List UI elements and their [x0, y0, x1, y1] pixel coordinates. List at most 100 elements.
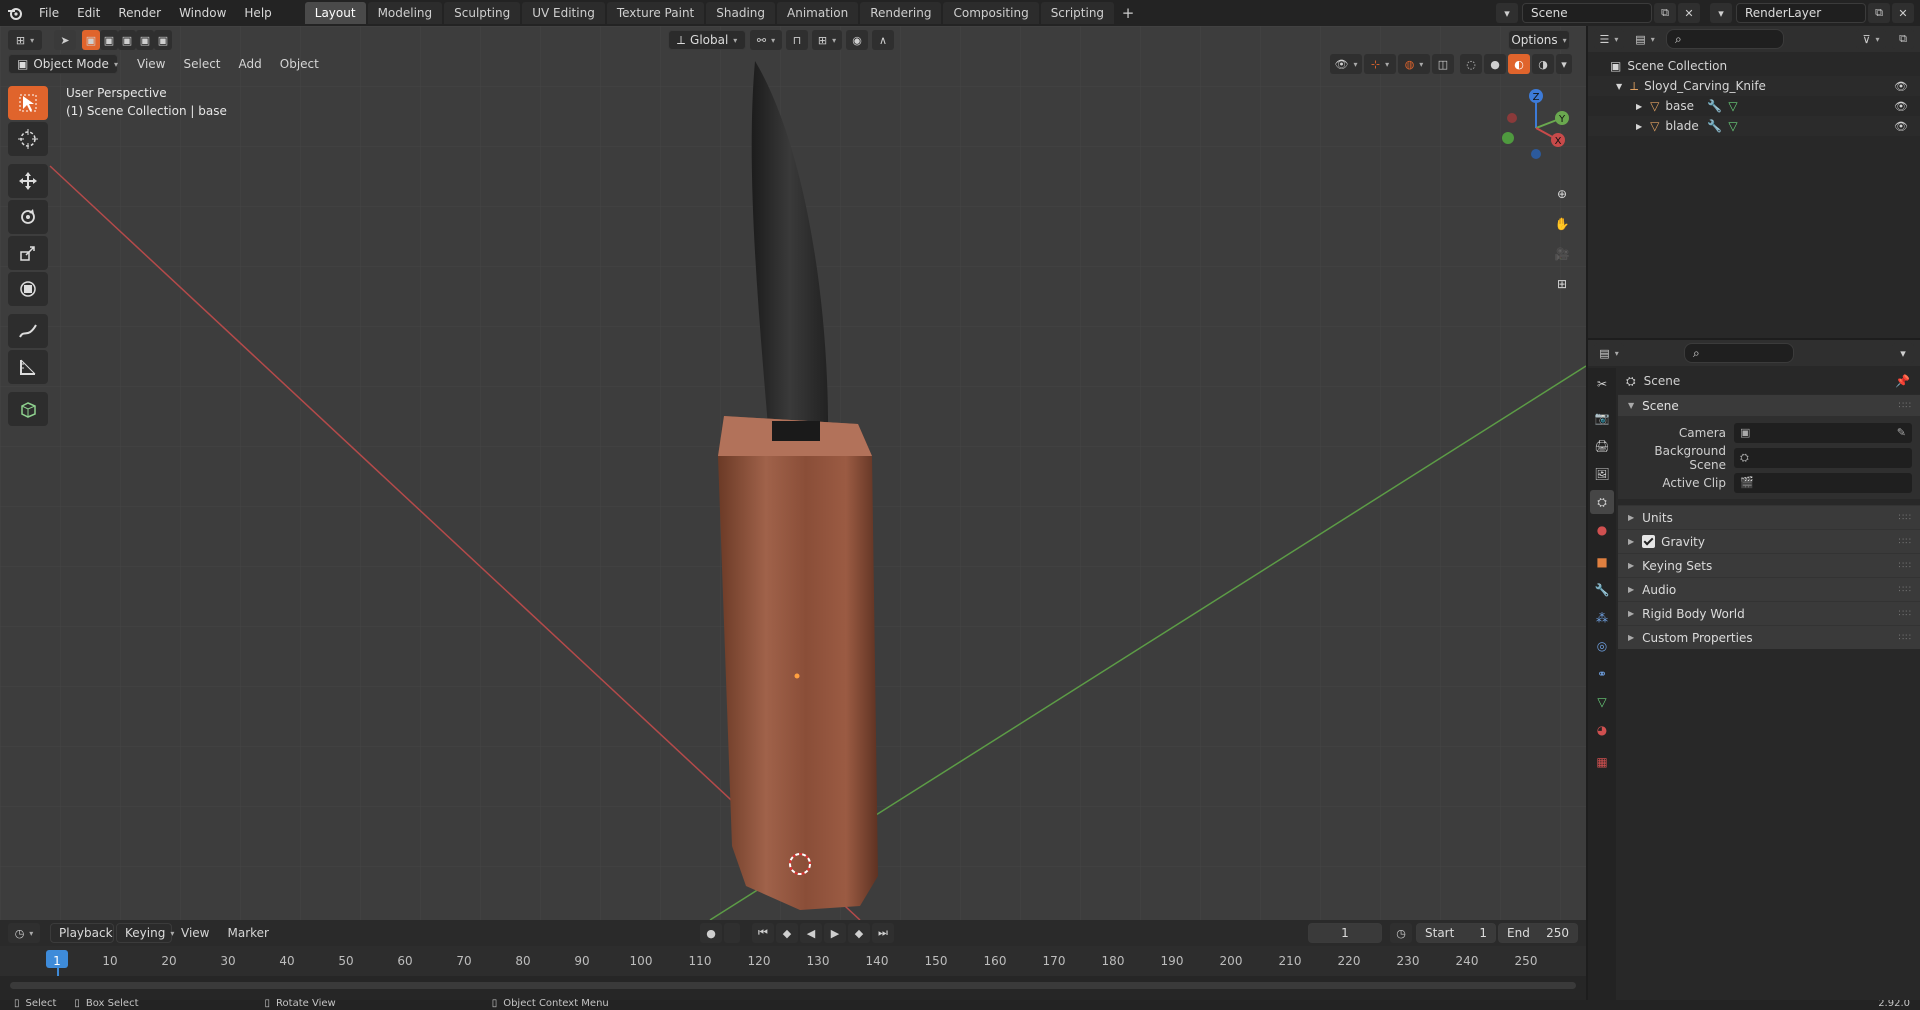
tab-texture[interactable]: ▦	[1590, 750, 1614, 774]
3d-viewport[interactable]: ⊞ ▾ ➤ ▣ ▣ ▣ ▣ ▣ ⟂ Global ▾ ⚯ ▾ ⊓ ⊞ ▾ ◉ ∧…	[0, 26, 1586, 920]
start-frame-field[interactable]: Start 1	[1416, 923, 1496, 943]
next-keyframe-icon[interactable]: ◆	[848, 923, 870, 943]
current-frame-field[interactable]: 1	[1308, 923, 1382, 943]
camera-view-icon[interactable]: 🎥	[1548, 240, 1576, 268]
panel-keying-sets[interactable]: ▶ Keying Sets ∷∷	[1618, 553, 1920, 577]
auto-key-options-icon[interactable]	[724, 923, 740, 943]
frame-ruler[interactable]: 1 10 20 30 40 50 60 70 80 90 100 110 120…	[0, 946, 1586, 976]
timeline-menu-marker[interactable]: Marker	[218, 926, 277, 940]
rendered-shading-icon[interactable]: ◑	[1532, 54, 1554, 74]
menu-select[interactable]: Select	[174, 57, 229, 71]
drag-handle-icon[interactable]: ∷∷	[1899, 537, 1912, 547]
zoom-icon[interactable]: ⊕	[1548, 180, 1576, 208]
preview-range-icon[interactable]: ◷	[1390, 923, 1412, 943]
tab-scene[interactable]: ⛭	[1590, 490, 1614, 514]
menu-file[interactable]: File	[30, 0, 68, 26]
visibility-eye-icon[interactable]: 👁	[1894, 120, 1908, 133]
scene-name-field[interactable]: Scene	[1522, 3, 1652, 23]
outliner-row-base[interactable]: ▶ ▽ base 🔧 ▽ 👁	[1588, 96, 1920, 116]
end-frame-field[interactable]: End 250	[1498, 923, 1578, 943]
panel-rigid-body-world[interactable]: ▶ Rigid Body World ∷∷	[1618, 601, 1920, 625]
render-layer-field[interactable]: RenderLayer	[1736, 3, 1866, 23]
menu-object[interactable]: Object	[271, 57, 328, 71]
select-new-icon[interactable]: ▣	[82, 30, 100, 50]
tab-animation[interactable]: Animation	[777, 2, 859, 24]
blender-logo-icon[interactable]	[0, 6, 30, 20]
material-shading-icon[interactable]: ◐	[1508, 54, 1530, 74]
cursor-tool[interactable]	[8, 122, 48, 156]
tab-constraints[interactable]: ⚭	[1590, 662, 1614, 686]
tab-view-layer[interactable]: 🖼	[1590, 462, 1614, 486]
tab-physics[interactable]: ◎	[1590, 634, 1614, 658]
outliner-row-blade[interactable]: ▶ ▽ blade 🔧 ▽ 👁	[1588, 116, 1920, 136]
play-reverse-icon[interactable]: ◀	[800, 923, 822, 943]
view-layer-selector-icon[interactable]: ▾	[1710, 3, 1732, 23]
falloff-icon[interactable]: ∧	[872, 30, 894, 50]
new-scene-icon[interactable]: ⧉	[1654, 3, 1676, 23]
proportional-edit-icon[interactable]: ◉	[846, 30, 868, 50]
select-subtract-icon[interactable]: ▣	[118, 30, 136, 50]
background-scene-field[interactable]: ⛭	[1734, 447, 1912, 468]
annotate-tool[interactable]	[8, 314, 48, 348]
outliner-row-scene-collection[interactable]: ▣ Scene Collection	[1588, 56, 1920, 76]
visibility-icon[interactable]: 👁 ▾	[1330, 54, 1362, 74]
menu-render[interactable]: Render	[109, 0, 170, 26]
navigation-gizmo[interactable]: Z Y X	[1496, 88, 1576, 171]
outliner-search-input[interactable]: ⌕	[1666, 29, 1784, 49]
options-chevron-icon[interactable]: ▾	[1892, 343, 1914, 363]
snap-toggle-icon[interactable]: ⊓	[786, 30, 808, 50]
menu-add[interactable]: Add	[230, 57, 271, 71]
select-intersect-icon[interactable]: ▣	[154, 30, 172, 50]
tab-scripting[interactable]: Scripting	[1040, 2, 1115, 24]
drag-handle-icon[interactable]: ∷∷	[1899, 609, 1912, 619]
tab-rendering[interactable]: Rendering	[860, 2, 942, 24]
jump-end-icon[interactable]: ⏭	[872, 923, 894, 943]
rotate-tool[interactable]	[8, 200, 48, 234]
expand-toggle-icon[interactable]: ▼	[1616, 82, 1622, 91]
transform-tool[interactable]	[8, 272, 48, 306]
solid-shading-icon[interactable]: ●	[1484, 54, 1506, 74]
timeline-editor-type-icon[interactable]: ◷ ▾	[8, 923, 40, 943]
menu-view[interactable]: View	[128, 57, 174, 71]
tab-output[interactable]: 🖨	[1590, 434, 1614, 458]
display-mode-icon[interactable]: ▤ ▾	[1630, 29, 1660, 49]
drag-handle-icon[interactable]: ∷∷	[1899, 401, 1912, 411]
visibility-eye-icon[interactable]: 👁	[1894, 100, 1908, 113]
tab-layout[interactable]: Layout	[304, 2, 366, 24]
tab-tool[interactable]: ✂	[1590, 372, 1614, 396]
keying-dropdown[interactable]: Keying ▾	[116, 923, 174, 943]
timeline-scrollbar[interactable]	[10, 982, 1576, 989]
jump-start-icon[interactable]: ⏮	[752, 923, 774, 943]
tab-texture-paint[interactable]: Texture Paint	[606, 2, 705, 24]
expand-toggle-icon[interactable]: ▶	[1636, 102, 1642, 111]
panel-gravity[interactable]: ▶ Gravity ∷∷	[1618, 529, 1920, 553]
panel-units[interactable]: ▶ Units ∷∷	[1618, 505, 1920, 529]
select-box-tool[interactable]	[8, 86, 48, 120]
outliner-editor-type-icon[interactable]: ☰ ▾	[1594, 29, 1624, 49]
drag-handle-icon[interactable]: ∷∷	[1899, 585, 1912, 595]
timeline-menu-view[interactable]: View	[172, 926, 218, 940]
tab-render[interactable]: 📷	[1590, 406, 1614, 430]
tab-sculpting[interactable]: Sculpting	[444, 2, 521, 24]
pin-icon[interactable]: 📌	[1895, 374, 1910, 388]
drag-handle-icon[interactable]: ∷∷	[1899, 633, 1912, 643]
select-tool-mode-icon[interactable]: ➤	[54, 30, 76, 50]
new-view-layer-icon[interactable]: ⧉	[1868, 3, 1890, 23]
tab-modifiers[interactable]: 🔧	[1590, 578, 1614, 602]
drag-handle-icon[interactable]: ∷∷	[1899, 561, 1912, 571]
select-extend-icon[interactable]: ▣	[100, 30, 118, 50]
record-icon[interactable]: ●	[700, 923, 722, 943]
overlay-toggle-icon[interactable]: ◍ ▾	[1398, 54, 1430, 74]
transform-orientation-dropdown[interactable]: ⟂ Global ▾	[668, 30, 746, 50]
measure-tool[interactable]	[8, 350, 48, 384]
expand-toggle-icon[interactable]: ▶	[1636, 122, 1642, 131]
filter-icon[interactable]: ⊽ ▾	[1856, 29, 1886, 49]
tab-world[interactable]: ●	[1590, 518, 1614, 542]
camera-field[interactable]: ▣ ✎	[1734, 422, 1912, 443]
move-tool[interactable]	[8, 164, 48, 198]
perspective-toggle-icon[interactable]: ⊞	[1548, 270, 1576, 298]
playback-dropdown[interactable]: Playback▾	[50, 923, 122, 943]
tab-uv-editing[interactable]: UV Editing	[522, 2, 605, 24]
menu-help[interactable]: Help	[235, 0, 280, 26]
snap-element-icon[interactable]: ⊞ ▾	[812, 30, 842, 50]
